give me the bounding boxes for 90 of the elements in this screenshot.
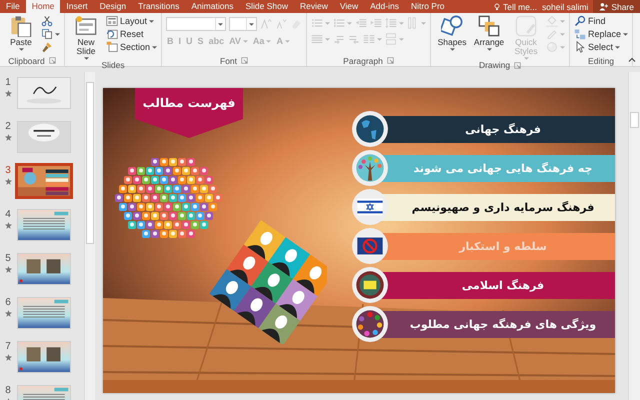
ribbon-button[interactable]: Paste <box>4 15 38 51</box>
topic-title: ویژگی های فرهنگه جهانی مطلوب <box>410 318 596 330</box>
caret-icon <box>450 48 455 51</box>
ribbon-tab[interactable]: Nitro Pro <box>404 0 451 13</box>
caret-icon <box>18 48 24 51</box>
caret-icon <box>377 38 382 40</box>
share-button[interactable]: Share <box>593 0 640 13</box>
topic-title: فرهنگ جهانی <box>465 122 541 136</box>
caret-icon <box>560 32 566 36</box>
collapse-icon[interactable] <box>628 57 636 63</box>
ribbon-tab[interactable]: Add-ins <box>364 0 405 13</box>
caret-icon <box>325 22 330 24</box>
ribbon-tab[interactable]: Animations <box>185 0 240 13</box>
tree-icon <box>351 149 389 187</box>
group-label: Font <box>220 56 238 66</box>
ribbon-button[interactable]: New Slide <box>69 15 103 60</box>
caret-icon <box>399 22 404 24</box>
user-name: soheil salimi <box>542 2 588 12</box>
reset-icon <box>106 28 118 40</box>
caret-icon <box>149 20 154 22</box>
tell-me-search[interactable]: Tell me... <box>493 2 538 12</box>
caret-icon <box>284 40 290 42</box>
group-label: Clipboard <box>8 56 45 66</box>
globe-icon <box>351 110 389 148</box>
scrollbar[interactable] <box>84 72 95 400</box>
cursor-icon <box>574 41 586 53</box>
ribbon-tab[interactable]: Design <box>94 0 132 13</box>
topic-title: فرهنگ اسلامی <box>462 278 544 292</box>
caret-icon <box>152 46 158 48</box>
topic-title: سلطه و استکبار <box>459 240 547 252</box>
topic-title: فرهنگ سرمایه داری و صهیونیسم <box>412 200 594 214</box>
slide-thumbnail[interactable] <box>17 165 71 197</box>
search-icon <box>574 15 586 27</box>
slide-number: 5 <box>5 253 11 264</box>
group-label: Paragraph <box>343 56 383 66</box>
caret-icon <box>325 38 330 40</box>
ribbon-button[interactable]: Replace <box>574 28 628 40</box>
copy-icon[interactable] <box>41 28 60 40</box>
dialog-launcher-icon[interactable] <box>241 57 248 64</box>
ribbon-tab[interactable]: Slide Show <box>239 0 294 13</box>
flag-icon <box>351 188 389 226</box>
group-label: Editing <box>588 56 614 66</box>
slide-number: 2 <box>5 121 11 132</box>
ribbon-button[interactable]: Reset <box>106 28 158 40</box>
caret-icon <box>55 32 60 36</box>
ribbon-tab[interactable]: File <box>0 0 26 13</box>
caret-icon <box>399 38 404 40</box>
caret-icon <box>84 57 88 60</box>
group-label: Drawing <box>478 60 510 70</box>
topic-title: چه فرهنگ هایی جهانی می شوند <box>414 162 592 174</box>
group-label: Slides <box>101 60 125 70</box>
caret-icon <box>486 48 492 51</box>
caret-icon <box>560 46 566 48</box>
lightbulb-icon <box>493 2 501 10</box>
caret-icon <box>524 57 529 60</box>
slide-number: 6 <box>5 297 11 308</box>
slide-number: 4 <box>5 209 11 220</box>
caret-icon <box>347 22 352 24</box>
caret-icon <box>218 22 224 26</box>
slide-number: 3 <box>5 165 11 176</box>
slide-number: 7 <box>5 341 11 352</box>
ribbon-tab[interactable]: Insert <box>60 0 94 13</box>
caret-icon <box>242 40 248 42</box>
person-icon <box>599 2 608 11</box>
caret-icon <box>421 22 426 24</box>
ribbon-tab[interactable]: Home <box>26 0 60 13</box>
ribbon-tab[interactable]: View <box>334 0 364 13</box>
replace-icon <box>574 28 586 40</box>
ribbon-button[interactable]: Select <box>574 41 628 53</box>
section-icon <box>106 41 118 53</box>
ribbon-tab[interactable]: Review <box>294 0 334 13</box>
ribbon-button[interactable]: Section <box>106 41 158 53</box>
dialog-launcher-icon[interactable] <box>386 57 394 64</box>
prohibition-icon <box>351 227 389 265</box>
ribbon-button[interactable]: Arrange <box>472 15 506 51</box>
caret-icon <box>615 46 620 48</box>
caret-icon <box>266 40 272 42</box>
scrollbar[interactable] <box>628 72 640 400</box>
caret-icon <box>560 20 566 22</box>
ribbon-button[interactable]: Shapes <box>435 15 470 51</box>
ribbon-button[interactable]: Layout <box>106 15 158 27</box>
dialog-launcher-icon[interactable] <box>48 57 56 64</box>
emblem-icon <box>351 266 389 304</box>
ribbon-tab[interactable]: Transitions <box>132 0 186 13</box>
slide-number: 8 <box>5 385 11 396</box>
slide-title: فهرست مطالب <box>142 96 236 112</box>
caret-icon <box>623 32 628 36</box>
ribbon-button[interactable]: Find <box>574 15 628 27</box>
caret-icon <box>249 22 254 26</box>
slide-number: 1 <box>5 77 11 88</box>
